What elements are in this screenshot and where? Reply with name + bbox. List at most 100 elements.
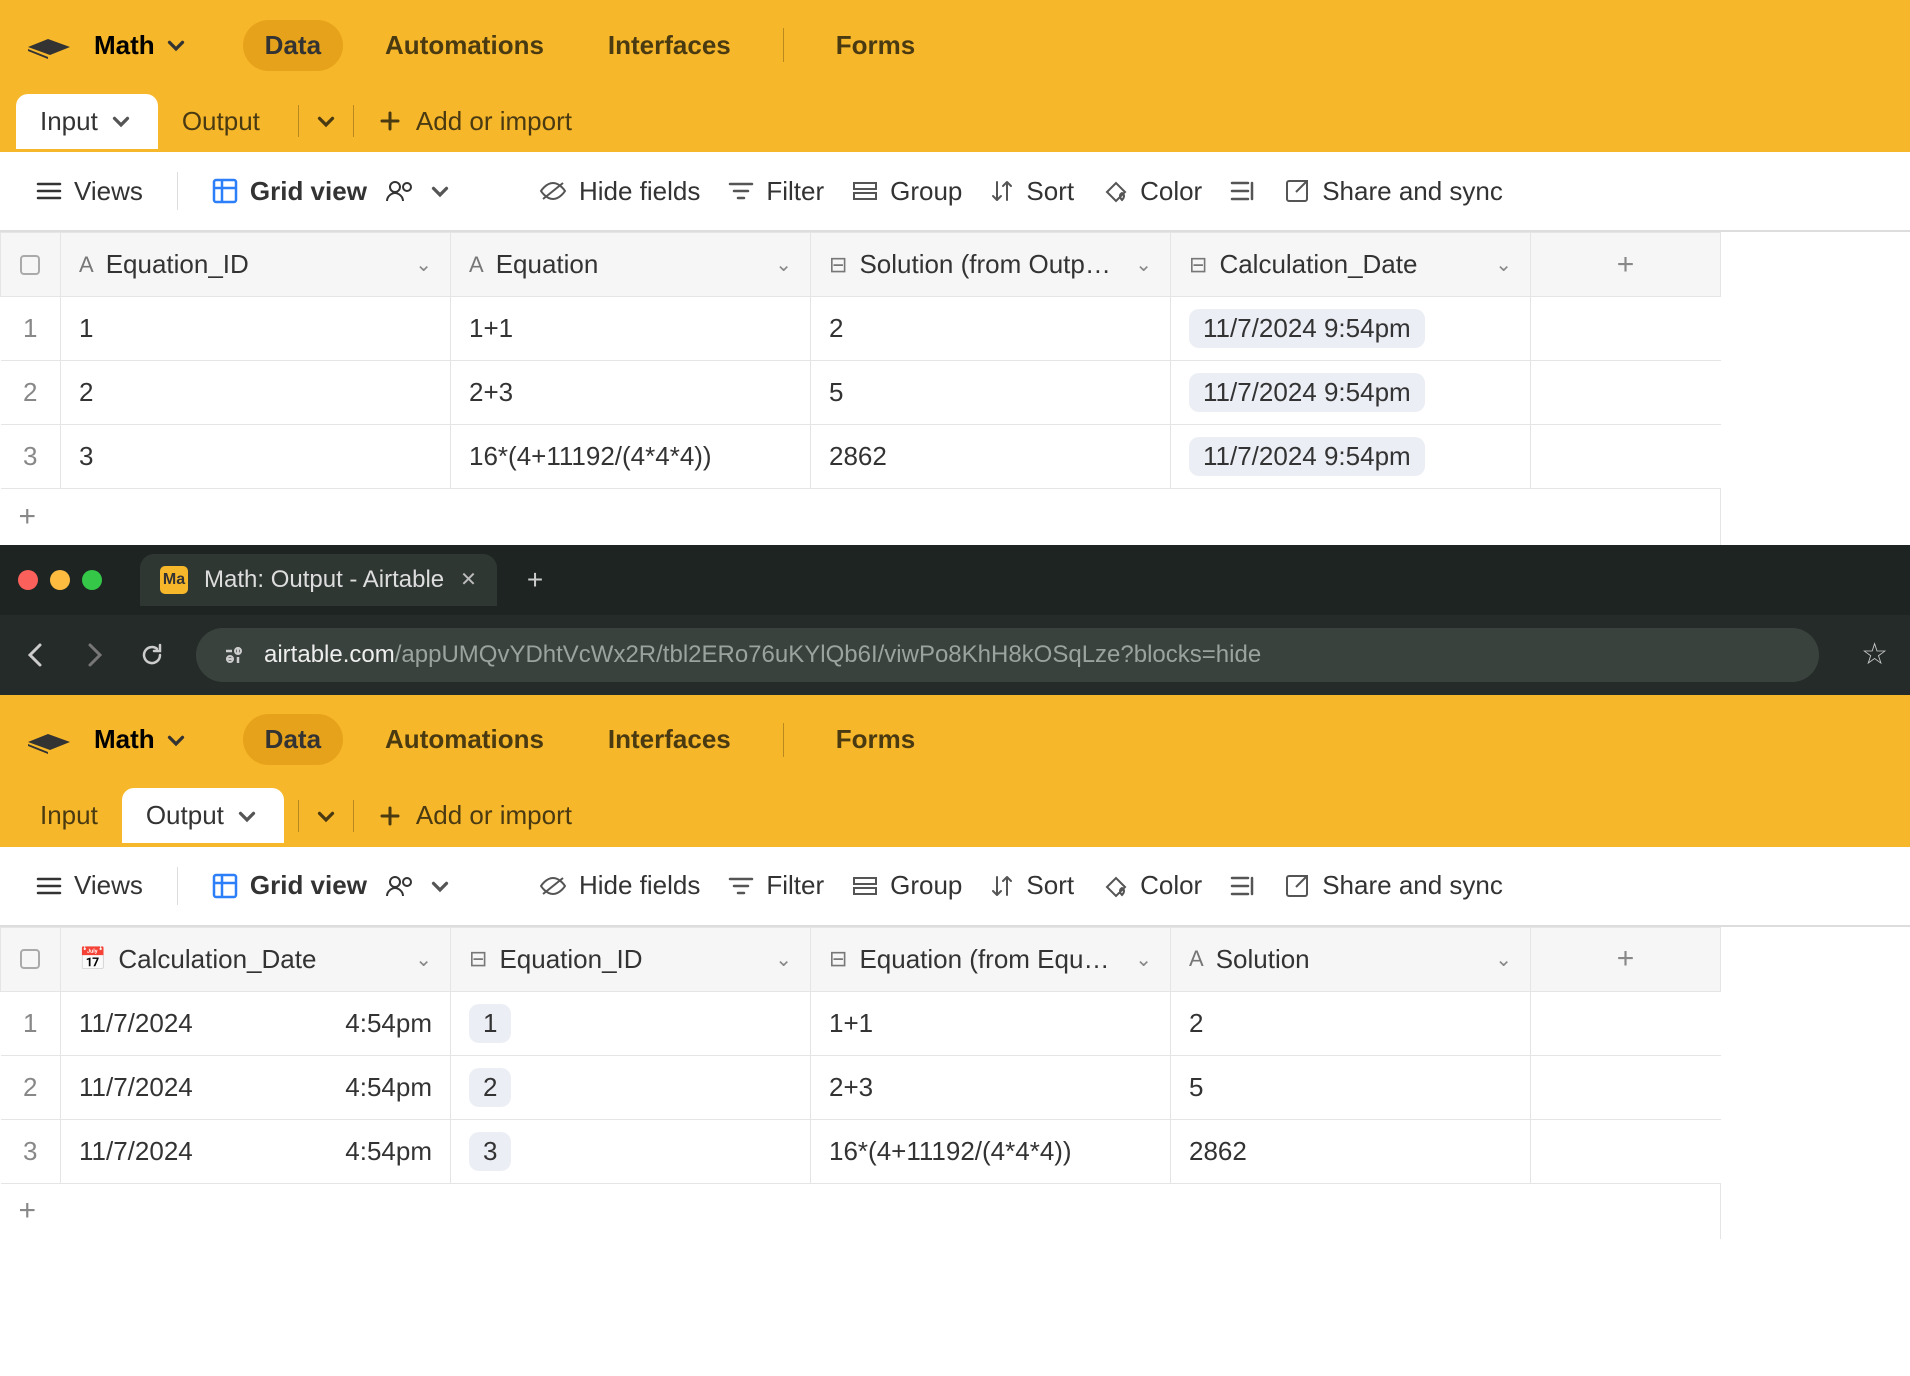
cell-equation[interactable]: 2+3	[451, 361, 811, 425]
browser-tab[interactable]: Ma Math: Output - Airtable ✕	[140, 554, 497, 606]
col-header-calc-date[interactable]: ⊟Calculation_Date⌄	[1171, 233, 1531, 297]
add-row-button[interactable]: +	[1, 1183, 61, 1239]
col-header-solution[interactable]: ⊟Solution (from Outp…⌄	[811, 233, 1171, 297]
share-sync-button[interactable]: Share and sync	[1284, 176, 1503, 207]
chevron-down-icon[interactable]: ⌄	[775, 947, 792, 972]
window-minimize-icon[interactable]	[50, 570, 70, 590]
site-settings-icon[interactable]	[222, 643, 246, 667]
col-header-calc-date[interactable]: 📅Calculation_Date⌄	[61, 927, 451, 991]
color-button[interactable]: Color	[1102, 870, 1202, 901]
cell-equation[interactable]: 1+1	[811, 991, 1171, 1055]
chevron-down-icon[interactable]: ⌄	[1135, 252, 1152, 277]
cell-calc-date[interactable]: 11/7/2024 9:54pm	[1171, 361, 1531, 425]
nav-automations[interactable]: Automations	[363, 714, 566, 765]
filter-button[interactable]: Filter	[728, 870, 824, 901]
chevron-down-icon[interactable]	[108, 108, 134, 134]
table-tab-output[interactable]: Output	[122, 788, 284, 843]
table-row[interactable]: 2 2 2+3 5 11/7/2024 9:54pm	[1, 361, 1721, 425]
cell-equation[interactable]: 16*(4+11192/(4*4*4))	[811, 1119, 1171, 1183]
add-row-button[interactable]: +	[1, 489, 61, 545]
cell-equation-id[interactable]: 3	[61, 425, 451, 489]
table-tab-input[interactable]: Input	[16, 94, 158, 149]
col-header-solution[interactable]: ASolution⌄	[1171, 927, 1531, 991]
table-row[interactable]: 3 11/7/20244:54pm 3 16*(4+11192/(4*4*4))…	[1, 1119, 1721, 1183]
cell-equation-id[interactable]: 2	[61, 361, 451, 425]
views-button[interactable]: Views	[36, 870, 143, 901]
group-button[interactable]: Group	[852, 870, 962, 901]
chevron-down-icon[interactable]: ⌄	[1135, 947, 1152, 972]
cell-solution[interactable]: 2862	[1171, 1119, 1531, 1183]
chevron-down-icon[interactable]	[234, 803, 260, 829]
cell-equation[interactable]: 16*(4+11192/(4*4*4))	[451, 425, 811, 489]
add-or-import-button[interactable]: Add or import	[368, 800, 582, 831]
col-header-equation-id[interactable]: ⊟Equation_ID⌄	[451, 927, 811, 991]
table-row[interactable]: 2 11/7/20244:54pm 2 2+3 5	[1, 1055, 1721, 1119]
nav-data[interactable]: Data	[243, 714, 343, 765]
nav-interfaces[interactable]: Interfaces	[586, 714, 753, 765]
cell-solution[interactable]: 2	[811, 297, 1171, 361]
nav-forms[interactable]: Forms	[814, 20, 937, 71]
cell-equation-id[interactable]: 2	[451, 1055, 811, 1119]
group-button[interactable]: Group	[852, 176, 962, 207]
bookmark-star-icon[interactable]: ☆	[1861, 637, 1888, 672]
cell-solution[interactable]: 2	[1171, 991, 1531, 1055]
cell-calc-date[interactable]: 11/7/2024 9:54pm	[1171, 425, 1531, 489]
table-row[interactable]: 1 1 1+1 2 11/7/2024 9:54pm	[1, 297, 1721, 361]
grid-view-button[interactable]: Grid view	[212, 870, 453, 901]
share-sync-button[interactable]: Share and sync	[1284, 870, 1503, 901]
chevron-down-icon[interactable]	[427, 178, 453, 204]
cell-equation[interactable]: 1+1	[451, 297, 811, 361]
cell-equation-id[interactable]: 1	[61, 297, 451, 361]
airtable-logo-icon[interactable]	[28, 31, 70, 59]
col-header-equation[interactable]: ⊟Equation (from Equ…⌄	[811, 927, 1171, 991]
hide-fields-button[interactable]: Hide fields	[539, 870, 700, 901]
nav-back-icon[interactable]	[22, 641, 50, 669]
window-close-icon[interactable]	[18, 570, 38, 590]
reload-icon[interactable]	[138, 641, 166, 669]
base-name-dropdown[interactable]: Math	[94, 724, 189, 755]
chevron-down-icon[interactable]: ⌄	[1495, 947, 1512, 972]
hide-fields-button[interactable]: Hide fields	[539, 176, 700, 207]
chevron-down-icon[interactable]	[313, 803, 339, 829]
cell-calc-date[interactable]: 11/7/2024 9:54pm	[1171, 297, 1531, 361]
add-column-button[interactable]: +	[1531, 927, 1721, 991]
table-row[interactable]: 1 11/7/20244:54pm 1 1+1 2	[1, 991, 1721, 1055]
cell-calc-date[interactable]: 11/7/20244:54pm	[61, 991, 451, 1055]
nav-forms[interactable]: Forms	[814, 714, 937, 765]
tab-close-icon[interactable]: ✕	[460, 567, 477, 592]
table-row[interactable]: 3 3 16*(4+11192/(4*4*4)) 2862 11/7/2024 …	[1, 425, 1721, 489]
chevron-down-icon[interactable]: ⌄	[775, 252, 792, 277]
cell-equation-id[interactable]: 3	[451, 1119, 811, 1183]
cell-solution[interactable]: 5	[1171, 1055, 1531, 1119]
address-bar[interactable]: airtable.com/appUMQvYDhtVcWx2R/tbl2ERo76…	[196, 628, 1819, 682]
chevron-down-icon[interactable]	[313, 108, 339, 134]
window-zoom-icon[interactable]	[82, 570, 102, 590]
select-all-checkbox[interactable]	[1, 233, 61, 297]
new-tab-button[interactable]: +	[527, 564, 543, 596]
chevron-down-icon[interactable]: ⌄	[415, 947, 432, 972]
airtable-logo-icon[interactable]	[28, 726, 70, 754]
row-height-button[interactable]	[1230, 874, 1256, 898]
add-column-button[interactable]: +	[1531, 233, 1721, 297]
nav-data[interactable]: Data	[243, 20, 343, 71]
grid-view-button[interactable]: Grid view	[212, 176, 453, 207]
cell-calc-date[interactable]: 11/7/20244:54pm	[61, 1055, 451, 1119]
cell-calc-date[interactable]: 11/7/20244:54pm	[61, 1119, 451, 1183]
views-button[interactable]: Views	[36, 176, 143, 207]
chevron-down-icon[interactable]	[427, 873, 453, 899]
sort-button[interactable]: Sort	[990, 870, 1074, 901]
nav-forward-icon[interactable]	[80, 641, 108, 669]
select-all-checkbox[interactable]	[1, 927, 61, 991]
col-header-equation-id[interactable]: AEquation_ID⌄	[61, 233, 451, 297]
cell-equation-id[interactable]: 1	[451, 991, 811, 1055]
base-name-dropdown[interactable]: Math	[94, 30, 189, 61]
cell-equation[interactable]: 2+3	[811, 1055, 1171, 1119]
chevron-down-icon[interactable]: ⌄	[1495, 252, 1512, 277]
chevron-down-icon[interactable]: ⌄	[415, 252, 432, 277]
col-header-equation[interactable]: AEquation⌄	[451, 233, 811, 297]
color-button[interactable]: Color	[1102, 176, 1202, 207]
cell-solution[interactable]: 5	[811, 361, 1171, 425]
row-height-button[interactable]	[1230, 179, 1256, 203]
filter-button[interactable]: Filter	[728, 176, 824, 207]
table-tab-output[interactable]: Output	[158, 94, 284, 149]
